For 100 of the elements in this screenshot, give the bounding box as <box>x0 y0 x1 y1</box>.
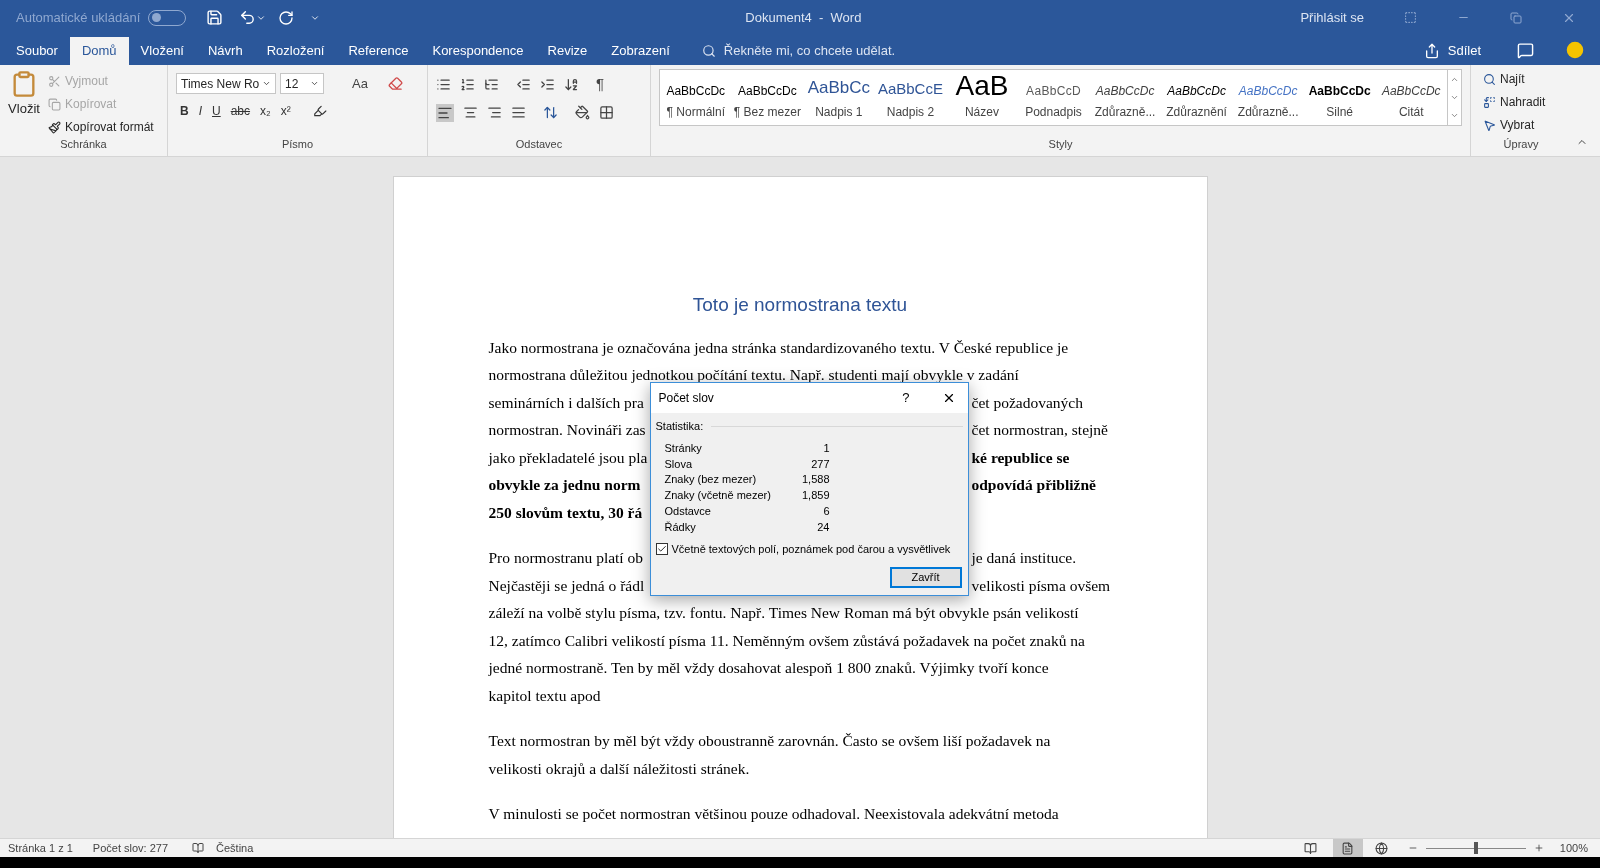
dialog-title: Počet slov <box>658 390 714 407</box>
zoom-thumb[interactable] <box>1473 841 1478 854</box>
borders-icon[interactable] <box>599 105 614 120</box>
multilevel-list-icon[interactable] <box>484 76 499 92</box>
text-line: normostran. Novináři zas <box>488 420 646 441</box>
section-label: Statistika: <box>655 419 704 434</box>
text-line: 12, zatímco Calibri velikostí písma 11. Neměnným ovšem zůstává požadavek na počet znaků na <box>488 630 1085 651</box>
ribbon-tab[interactable]: Soubor <box>4 37 70 65</box>
align-left-icon[interactable] <box>436 103 454 122</box>
text-line: Nejčastěji se jedná o řádl <box>488 575 645 596</box>
sign-in-link[interactable]: Přihlásit se <box>1300 7 1364 28</box>
stat-label: Znaky (včetně mezer) <box>664 488 771 504</box>
autosave-label: Automatické ukládání <box>16 8 141 27</box>
save-icon[interactable] <box>206 9 224 26</box>
pilcrow-button[interactable]: ¶ <box>596 73 605 96</box>
ribbon-options-icon[interactable] <box>1404 11 1417 24</box>
search-icon <box>701 44 716 58</box>
word-count-status[interactable]: Počet slov: 277 <box>92 839 169 857</box>
text-line: je daná instituce. <box>971 548 1077 569</box>
style-item[interactable]: AaBbCcE Nadpis 2 <box>874 70 947 125</box>
text-line: kapitol textu apod <box>488 685 601 706</box>
style-item[interactable]: AaBbCc Nadpis 1 <box>803 70 875 125</box>
close-button[interactable]: Zavřít <box>889 567 962 589</box>
style-item[interactable]: AaBbCcDc Silné <box>1303 70 1376 125</box>
clipboard-button[interactable]: Kopírovat formát <box>48 118 154 136</box>
ribbon-tab[interactable]: Domů <box>69 37 129 65</box>
comments-icon[interactable] <box>1517 42 1534 59</box>
stat-label: Odstavce <box>664 503 711 519</box>
align-center-icon[interactable] <box>463 105 478 120</box>
page-status[interactable]: Stránka 1 z 1 <box>8 839 73 857</box>
zoom-in-icon[interactable] <box>1533 843 1544 853</box>
sort-icon[interactable] <box>564 76 579 92</box>
text-line: čet požadovaných <box>971 392 1083 413</box>
zoom-reading[interactable]: 100% <box>1559 839 1588 857</box>
font-size-field[interactable]: 12 <box>280 73 324 94</box>
style-item[interactable]: AaBbCcD Podnadpis <box>1017 70 1090 125</box>
ribbon-tab[interactable]: Vložení <box>128 37 196 65</box>
font-name-field[interactable]: Times New Ro <box>176 73 276 94</box>
ribbon-tab[interactable]: Revize <box>535 37 600 65</box>
group-label: Styly <box>1048 136 1073 152</box>
clear-format-icon[interactable] <box>387 76 403 91</box>
text-line: záleží na volbě stylu písma, tzv. fontu. Např. Times New Roman má být obvykle psán velikostí <box>488 603 1079 624</box>
share-button[interactable]: Sdílet <box>1423 37 1481 65</box>
style-item[interactable]: AaBbCcDc Zdůrazně... <box>1232 70 1304 125</box>
language-status[interactable]: Čeština <box>216 839 254 857</box>
replace-icon <box>1483 95 1496 109</box>
text-line: čet normostran, stejně <box>971 420 1108 441</box>
redo-icon[interactable] <box>278 9 295 26</box>
editing-button[interactable]: Vybrat <box>1483 116 1559 134</box>
style-item[interactable]: AaBbCcDc Zdůrazně... <box>1089 70 1161 125</box>
undo-icon[interactable] <box>239 9 257 26</box>
style-item[interactable]: AaBbCcDc Zdůraznění <box>1160 70 1233 125</box>
align-right-icon[interactable] <box>487 105 502 120</box>
format-button[interactable]: abc <box>230 102 251 120</box>
text-line: velikosti okrajů a další náležitosti stránek. <box>488 758 750 779</box>
format-button[interactable]: U <box>212 102 221 120</box>
proofing-icon[interactable] <box>192 842 205 854</box>
tell-me-field[interactable]: Řekněte mi, co chcete udělat. <box>723 41 984 61</box>
page-icon <box>1341 841 1355 855</box>
checkbox[interactable] <box>655 542 668 555</box>
bullets-icon[interactable] <box>436 76 451 92</box>
ribbon-tab[interactable]: Rozložení <box>254 37 337 65</box>
stat-value: 1,859 <box>801 488 830 504</box>
paste-button[interactable]: Vložit <box>8 69 40 136</box>
search-icon <box>1483 72 1496 86</box>
stat-label: Znaky (bez mezer) <box>664 472 757 488</box>
format-button[interactable]: B <box>180 102 189 120</box>
line-spacing-icon[interactable] <box>543 105 558 120</box>
smiley-icon[interactable] <box>1566 41 1584 59</box>
format-button[interactable]: x² <box>280 102 291 120</box>
web-layout-icon[interactable] <box>1374 841 1388 855</box>
ribbon-tab[interactable]: Návrh <box>196 37 255 65</box>
scissors-icon <box>48 74 61 88</box>
text-line: odpovídá přibližně <box>971 475 1096 496</box>
share-icon <box>1423 43 1440 59</box>
editing-button[interactable]: Najít <box>1483 70 1559 88</box>
help-button[interactable]: ? <box>894 388 918 408</box>
decrease-indent-icon[interactable] <box>516 76 531 92</box>
read-mode-icon[interactable] <box>1303 841 1317 855</box>
style-item[interactable]: AaB Název <box>946 70 1018 125</box>
style-item[interactable]: AaBbCcDc Citát <box>1375 70 1447 125</box>
numbering-icon[interactable] <box>460 76 475 92</box>
style-item[interactable]: AaBbCcDc ¶ Normální <box>660 70 732 125</box>
caret-icon <box>262 79 271 88</box>
shading-icon[interactable] <box>575 105 590 120</box>
text-line: obvykle za jednu norm <box>488 475 641 496</box>
editing-button[interactable]: Nahradit <box>1483 93 1559 111</box>
justify-icon[interactable] <box>511 105 526 120</box>
ribbon-tab[interactable]: Zobrazení <box>599 37 682 65</box>
case-button[interactable]: Aa <box>352 73 368 94</box>
scroll-down-icon[interactable] <box>1450 93 1460 102</box>
highlight-icon[interactable] <box>312 104 327 118</box>
style-item[interactable]: AaBbCcDc ¶ Bez mezer <box>731 70 804 125</box>
format-button[interactable]: I <box>198 102 202 120</box>
print-layout-button[interactable] <box>1332 839 1363 857</box>
group-label: Schránka <box>60 137 107 152</box>
ribbon-tab[interactable]: Reference <box>336 37 421 65</box>
ribbon-tab[interactable]: Korespondence <box>420 37 536 65</box>
increase-indent-icon[interactable] <box>540 76 555 92</box>
format-button[interactable]: x₂ <box>260 102 271 120</box>
